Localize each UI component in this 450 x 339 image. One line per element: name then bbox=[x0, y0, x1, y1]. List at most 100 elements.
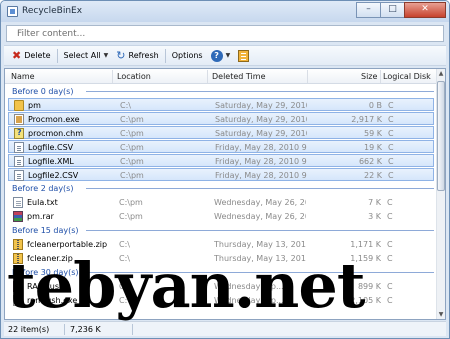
exe-icon bbox=[14, 114, 24, 125]
item-deleted-time: Saturday, May 29, 2010 ... bbox=[215, 115, 307, 124]
close-button[interactable]: ✕ bbox=[404, 2, 446, 18]
column-header-location[interactable]: Location bbox=[117, 72, 151, 81]
scroll-down-icon[interactable]: ▼ bbox=[437, 310, 445, 319]
item-deleted-time: Wednesday, May 26, 201... bbox=[214, 198, 306, 207]
vertical-scrollbar[interactable]: ▲ ▼ bbox=[436, 69, 445, 319]
delete-button[interactable]: ✖ Delete bbox=[8, 47, 55, 64]
group-label: Before 15 day(s) bbox=[12, 226, 79, 235]
title-bar[interactable]: RecycleBinEx – □ ✕ bbox=[1, 1, 449, 22]
chevron-down-icon: ▼ bbox=[103, 52, 109, 59]
scroll-thumb[interactable] bbox=[437, 81, 445, 191]
item-disk: C bbox=[387, 212, 393, 221]
item-size: 3 K bbox=[368, 212, 381, 221]
column-header-logical-disk[interactable]: Logical Disk bbox=[383, 72, 431, 81]
list-item[interactable]: Procmon.exe C:\pm Saturday, May 29, 2010… bbox=[8, 112, 434, 125]
item-deleted-time: Saturday, May 29, 2010 ... bbox=[215, 101, 307, 110]
csv-file-icon bbox=[14, 170, 24, 181]
status-bar: 22 item(s) 7,236 K bbox=[4, 321, 446, 336]
item-size: 662 K bbox=[358, 157, 382, 166]
column-divider[interactable] bbox=[112, 70, 113, 83]
item-disk: C bbox=[387, 254, 393, 263]
list-item[interactable]: procmon.chm C:\pm Saturday, May 29, 2010… bbox=[8, 126, 434, 139]
item-location: C:\pm bbox=[119, 198, 143, 207]
help-icon: ? bbox=[210, 49, 223, 62]
list-item[interactable]: pm C:\ Saturday, May 29, 2010 ... 0 B C bbox=[8, 98, 434, 111]
item-deleted-time: Friday, May 28, 2010 9:... bbox=[215, 171, 307, 180]
item-deleted-time: Thursday, May 13, 2010 ... bbox=[214, 240, 306, 249]
item-size: 19 K bbox=[364, 143, 382, 152]
item-location: C:\pm bbox=[120, 143, 144, 152]
refresh-icon: ↻ bbox=[116, 49, 126, 62]
item-size: 22 K bbox=[364, 171, 382, 180]
group-header[interactable]: Before 15 day(s) bbox=[8, 224, 434, 237]
item-disk: C bbox=[387, 296, 393, 305]
status-divider bbox=[64, 324, 65, 335]
item-disk: C bbox=[388, 129, 394, 138]
scroll-up-icon[interactable]: ▲ bbox=[437, 69, 445, 78]
toolbar: ✖ Delete Select All ▼ ↻ Refresh Options … bbox=[4, 45, 446, 66]
item-disk: C bbox=[387, 282, 393, 291]
refresh-label: Refresh bbox=[128, 51, 159, 60]
item-location: C:\pm bbox=[120, 171, 144, 180]
text-file-icon bbox=[13, 197, 23, 208]
list-item[interactable]: Logfile2.CSV C:\pm Friday, May 28, 2010 … bbox=[8, 168, 434, 181]
delete-icon: ✖ bbox=[12, 49, 22, 62]
item-location: C:\pm bbox=[119, 212, 143, 221]
list-item[interactable]: pm.rar C:\pm Wednesday, May 26, 201... 3… bbox=[8, 210, 434, 223]
list-item[interactable]: Eula.txt C:\pm Wednesday, May 26, 201...… bbox=[8, 196, 434, 209]
chevron-down-icon: ▼ bbox=[225, 52, 231, 59]
item-size: 2,917 K bbox=[351, 115, 382, 124]
folder-icon bbox=[14, 100, 24, 111]
item-disk: C bbox=[387, 240, 393, 249]
column-header-size[interactable]: Size bbox=[361, 72, 377, 81]
rar-archive-icon bbox=[13, 211, 23, 222]
item-location: C:\pm bbox=[120, 157, 144, 166]
group-label: Before 2 day(s) bbox=[12, 184, 74, 193]
delete-label: Delete bbox=[24, 51, 51, 60]
list-item[interactable]: Logfile.CSV C:\pm Friday, May 28, 2010 9… bbox=[8, 140, 434, 153]
group-header[interactable]: Before 2 day(s) bbox=[8, 182, 434, 195]
help-button[interactable]: ? ▼ bbox=[207, 47, 235, 64]
refresh-button[interactable]: ↻ Refresh bbox=[112, 47, 162, 64]
options-button[interactable]: Options bbox=[168, 47, 207, 64]
item-deleted-time: Wednesday, May 26, 201... bbox=[214, 212, 306, 221]
column-divider[interactable] bbox=[380, 70, 381, 83]
item-name: fcleanerportable.zip bbox=[27, 240, 108, 249]
select-all-label: Select All bbox=[63, 51, 101, 60]
item-disk: C bbox=[388, 157, 394, 166]
status-divider bbox=[132, 324, 133, 335]
view-button[interactable] bbox=[234, 47, 253, 64]
list-header: Name Location Deleted Time Size Logical … bbox=[5, 69, 437, 84]
status-total-size: 7,236 K bbox=[70, 325, 101, 334]
item-disk: C bbox=[387, 198, 393, 207]
app-icon bbox=[7, 6, 18, 17]
maximize-button[interactable]: □ bbox=[380, 2, 405, 18]
help-file-icon bbox=[14, 128, 24, 139]
list-item[interactable]: Logfile.XML C:\pm Friday, May 28, 2010 9… bbox=[8, 154, 434, 167]
item-size: 59 K bbox=[364, 129, 382, 138]
item-size: 1,171 K bbox=[350, 240, 381, 249]
group-header[interactable]: Before 0 day(s) bbox=[8, 85, 434, 98]
column-divider[interactable] bbox=[307, 70, 308, 83]
minimize-button[interactable]: – bbox=[356, 2, 381, 18]
item-location: C:\pm bbox=[120, 115, 144, 124]
window-title: RecycleBinEx bbox=[22, 6, 83, 16]
item-deleted-time: Saturday, May 29, 2010 ... bbox=[215, 129, 307, 138]
item-name: pm.rar bbox=[27, 212, 54, 221]
item-location: C:\pm bbox=[120, 129, 144, 138]
column-header-name[interactable]: Name bbox=[11, 72, 35, 81]
window-controls: – □ ✕ bbox=[356, 2, 446, 18]
item-name: Logfile.XML bbox=[28, 157, 74, 166]
item-deleted-time: Friday, May 28, 2010 9:... bbox=[215, 143, 307, 152]
group-label: Before 0 day(s) bbox=[12, 87, 74, 96]
select-all-button[interactable]: Select All ▼ bbox=[60, 47, 113, 64]
column-header-deleted-time[interactable]: Deleted Time bbox=[212, 72, 265, 81]
item-disk: C bbox=[388, 143, 394, 152]
csv-file-icon bbox=[14, 142, 24, 153]
column-divider[interactable] bbox=[207, 70, 208, 83]
item-deleted-time: Friday, May 28, 2010 9:... bbox=[215, 157, 307, 166]
item-disk: C bbox=[388, 101, 394, 110]
item-name: procmon.chm bbox=[28, 129, 84, 138]
filter-input[interactable]: Filter content... bbox=[6, 25, 444, 42]
status-item-count: 22 item(s) bbox=[8, 325, 50, 334]
